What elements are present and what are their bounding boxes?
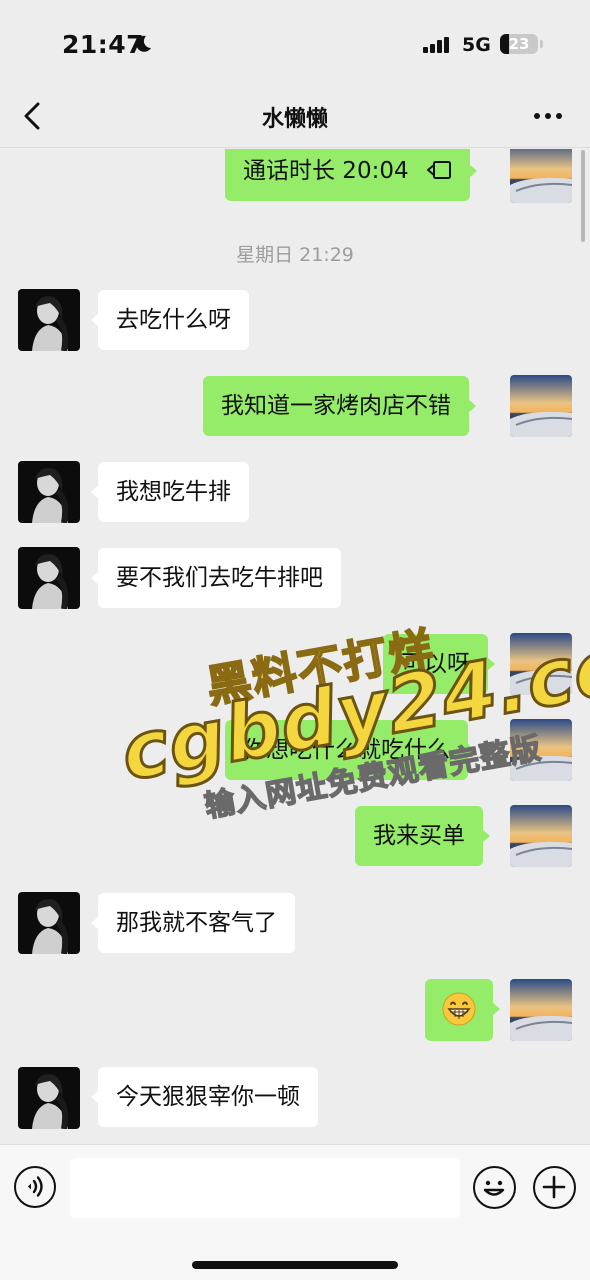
input-bar <box>0 1144 590 1280</box>
home-indicator[interactable] <box>192 1261 398 1269</box>
message-bubble[interactable]: 去吃什么呀 <box>91 290 249 350</box>
more-dots-icon[interactable] <box>530 104 566 128</box>
message-text: 你想吃什么就吃什么 <box>243 737 450 763</box>
message-text: 去吃什么呀 <box>116 307 231 333</box>
chat-title: 水懒懒 <box>261 107 328 132</box>
avatar-me[interactable] <box>510 719 572 781</box>
message-text: 我想吃牛排 <box>116 479 231 505</box>
network-type: 5G <box>462 34 491 56</box>
emoji-icon[interactable] <box>473 1166 516 1209</box>
avatar-me[interactable] <box>510 149 572 203</box>
message-text: 我来买单 <box>373 823 465 849</box>
battery-cap <box>540 40 543 48</box>
scrollbar[interactable] <box>581 150 585 242</box>
message-bubble[interactable]: 我想吃牛排 <box>91 462 249 522</box>
message-text: 通话时长 20:04 <box>243 158 409 184</box>
avatar-me[interactable] <box>510 633 572 695</box>
status-time: 21:47 <box>62 30 145 59</box>
status-bar: 21:47 5G 23 <box>0 0 590 88</box>
message-list[interactable]: 通话时长 20:04 星期日 21:29 去吃什么呀 我知道一家烤肉店不错 我想… <box>0 149 590 1144</box>
message-text: 我知道一家烤肉店不错 <box>221 393 451 419</box>
message-text: 今天狠狠宰你一顿 <box>116 1084 300 1110</box>
avatar-contact[interactable] <box>18 461 80 523</box>
chat-screen: 21:47 5G 23 水懒懒 通话时长 20:04 星期日 21:29 去吃什… <box>0 0 590 1280</box>
message-bubble[interactable]: 你想吃什么就吃什么 <box>225 720 475 780</box>
signal-bars-icon <box>423 37 451 53</box>
message-text: 那我就不客气了 <box>116 910 277 936</box>
message-bubble[interactable]: 我来买单 <box>355 806 490 866</box>
message-bubble[interactable]: 可以呀 <box>383 634 495 694</box>
message-bubble-emoji[interactable] <box>425 979 500 1041</box>
battery-icon: 23 <box>500 34 538 54</box>
video-call-icon <box>426 160 451 179</box>
message-bubble[interactable]: 今天狠狠宰你一顿 <box>91 1067 318 1127</box>
grinning-emoji-icon <box>442 992 476 1025</box>
avatar-me[interactable] <box>510 979 572 1041</box>
message-timestamp: 星期日 21:29 <box>236 244 354 266</box>
message-input[interactable] <box>70 1158 460 1218</box>
nav-bar: 水懒懒 <box>0 88 590 148</box>
avatar-me[interactable] <box>510 375 572 437</box>
avatar-contact[interactable] <box>18 289 80 351</box>
avatar-contact[interactable] <box>18 547 80 609</box>
avatar-contact[interactable] <box>18 1067 80 1129</box>
battery-level: 23 <box>508 35 530 53</box>
message-bubble[interactable]: 我知道一家烤肉店不错 <box>203 376 476 436</box>
message-bubble[interactable]: 要不我们去吃牛排吧 <box>91 548 341 608</box>
avatar-me[interactable] <box>510 805 572 867</box>
avatar-contact[interactable] <box>18 892 80 954</box>
message-bubble[interactable]: 那我就不客气了 <box>91 893 295 953</box>
message-bubble-call[interactable]: 通话时长 20:04 <box>225 149 477 201</box>
plus-icon[interactable] <box>533 1166 576 1209</box>
moon-icon <box>136 35 151 52</box>
message-text: 要不我们去吃牛排吧 <box>116 565 323 591</box>
message-text: 可以呀 <box>401 651 470 677</box>
voice-icon[interactable] <box>14 1166 56 1208</box>
